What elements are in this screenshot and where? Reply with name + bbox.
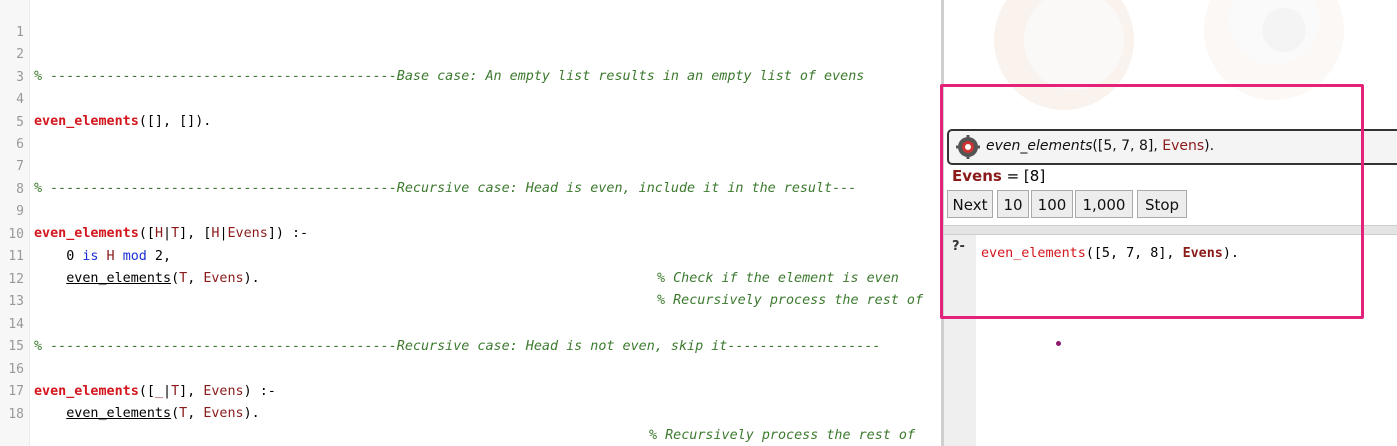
code-token: ) :-: [243, 384, 276, 399]
code-line-5: 5: [0, 90, 32, 130]
code-token: ([: [138, 384, 155, 399]
keyword-token: is: [82, 249, 99, 264]
code-line-12: 12: [0, 247, 32, 287]
code-line-3: 3: [0, 45, 32, 85]
code-line-1: 1: [0, 0, 32, 40]
code-line-10: 10 0 is H mod 2, % Check if the element …: [0, 202, 899, 286]
code-line-18: 18: [0, 382, 32, 422]
variable-token: H: [98, 249, 123, 264]
code-line-13: 13: [0, 269, 32, 309]
code-line-6: 6: [0, 112, 32, 152]
code-line-4: 4 even_elements([], []).: [0, 67, 211, 129]
code-token: ,: [187, 271, 204, 286]
comment-base-case: % --------------------------------------…: [34, 69, 865, 84]
variable-token: _: [154, 384, 163, 399]
code-token: |: [163, 226, 172, 241]
code-token: ]) :-: [267, 226, 309, 241]
code-token: (: [171, 406, 180, 421]
owl-mascot-icon: [944, 0, 1397, 125]
variable-token: Evens: [203, 384, 244, 399]
code-token: ], [: [179, 226, 212, 241]
predicate-name: even_elements: [34, 226, 139, 241]
code-line-15: 15: [0, 314, 32, 354]
query-editor[interactable]: ?- even_elements([5, 7, 8], Evens).: [944, 235, 1397, 446]
line-number: 18: [8, 407, 24, 422]
next-100-button[interactable]: 100: [1031, 190, 1073, 218]
code-token: |: [163, 384, 172, 399]
variable-token: T: [179, 271, 188, 286]
answer-panel: even_elements([5, 7, 8], Evens). Evens =…: [944, 125, 1397, 225]
query-predicate: even_elements: [981, 246, 1086, 261]
code-line-14: 14 % -----------------------------------…: [0, 292, 880, 354]
predicate-name: even_elements: [34, 384, 139, 399]
code-line-11: 11 even_elements(T, Evens). % Recursivel…: [0, 224, 923, 308]
query-predicate: even_elements: [986, 138, 1093, 154]
code-token: 2,: [146, 249, 172, 264]
code-token: 0: [34, 249, 83, 264]
next-10-button[interactable]: 10: [997, 190, 1029, 218]
code-line-2: 2 % ------------------------------------…: [0, 22, 864, 84]
comment-recursive-odd: % --------------------------------------…: [34, 339, 881, 354]
next-button[interactable]: Next: [947, 190, 993, 218]
variable-token: T: [171, 226, 180, 241]
code-token: ,: [187, 406, 204, 421]
code-line-16: 16 even_elements([_|T], Evens) :-: [0, 337, 276, 399]
code-line-7: 7 % ------------------------------------…: [0, 134, 856, 196]
answer-query-header[interactable]: even_elements([5, 7, 8], Evens).: [947, 129, 1397, 165]
inline-comment: % Check if the element is even: [657, 271, 899, 286]
variable-token: T: [171, 384, 180, 399]
owl-mascot-background: [944, 0, 1397, 125]
code-token: ).: [243, 406, 260, 421]
query-end: ).: [1222, 246, 1239, 261]
predicate-name: even_elements: [34, 114, 139, 129]
query-args: ([5, 7, 8],: [1092, 138, 1163, 154]
results-pane: even_elements([5, 7, 8], Evens). Evens =…: [944, 0, 1397, 446]
query-args: ([5, 7, 8],: [1085, 246, 1183, 261]
inline-comment: % Recursively process the rest of: [649, 428, 916, 443]
comment-recursive-even: % --------------------------------------…: [34, 181, 857, 196]
gear-icon: [956, 135, 980, 159]
code-token: |: [219, 226, 228, 241]
query-prompt: ?-: [952, 239, 965, 254]
panel-separator[interactable]: [944, 225, 1397, 235]
query-gutter: ?-: [944, 235, 976, 446]
code-token: ).: [243, 271, 260, 286]
variable-token: T: [179, 406, 188, 421]
query-end: ).: [1204, 138, 1215, 154]
binding-value: = [8]: [1001, 167, 1046, 185]
query-input-line[interactable]: even_elements([5, 7, 8], Evens).: [981, 246, 1239, 261]
variable-token: Evens: [227, 226, 268, 241]
answer-query-text: even_elements([5, 7, 8], Evens).: [986, 138, 1214, 154]
code-line-8: 8: [0, 157, 32, 197]
predicate-call[interactable]: even_elements: [66, 406, 171, 421]
answer-binding: Evens = [8]: [952, 167, 1045, 185]
next-1000-button[interactable]: 1,000: [1075, 190, 1133, 218]
code-line-9: 9 even_elements([H|T], [H|Evens]) :-: [0, 179, 308, 241]
code-token: ],: [179, 384, 204, 399]
variable-token: Evens: [203, 406, 244, 421]
binding-variable: Evens: [952, 167, 1002, 185]
inline-comment: % Recursively process the rest of: [657, 293, 924, 308]
clause-body: ([], []).: [138, 114, 212, 129]
query-variable: Evens: [1162, 138, 1205, 154]
variable-token: Evens: [203, 271, 244, 286]
query-variable: Evens: [1182, 246, 1223, 261]
code-token: ([: [138, 226, 155, 241]
code-line-17: 17 even_elements(T, Evens). % Recursivel…: [0, 359, 915, 443]
code-token: (: [171, 271, 180, 286]
predicate-call[interactable]: even_elements: [66, 271, 171, 286]
cursor-dot: [1056, 341, 1061, 346]
keyword-token: mod: [122, 249, 147, 264]
code-editor[interactable]: 1 2 % ----------------------------------…: [0, 0, 941, 446]
variable-token: H: [154, 226, 163, 241]
stop-button[interactable]: Stop: [1137, 190, 1187, 218]
